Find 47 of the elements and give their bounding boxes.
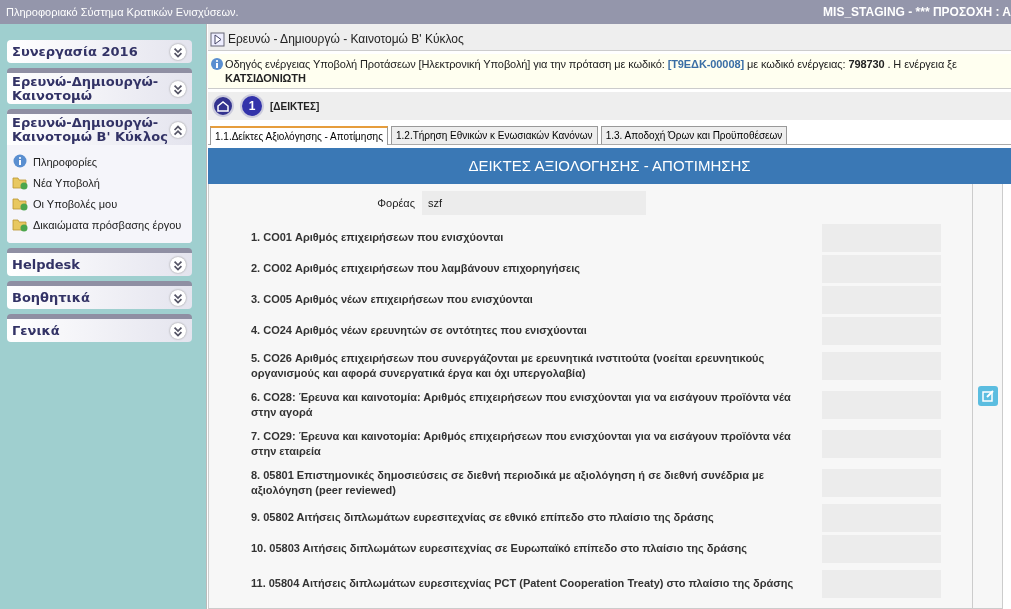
accordion-header[interactable]: Βοηθητικά bbox=[7, 281, 192, 309]
folder-icon bbox=[12, 217, 28, 232]
accordion-header[interactable]: Γενικά bbox=[7, 314, 192, 342]
sidebar-item[interactable]: Πληροφορίες bbox=[12, 151, 188, 172]
info-icon bbox=[12, 154, 28, 169]
indicator-label: 3. CO05 Αριθμός νέων επιχειρήσεων που ενισχύονται bbox=[251, 292, 534, 307]
indicator-label: 6. CO28: Έρευνα και καινοτομία: Αριθμός επιχειρήσεων που ενισχύονται για να εισάγουν προϊόντα νέα στην αγορά bbox=[251, 389, 792, 420]
expand-icon[interactable] bbox=[170, 44, 186, 60]
tab[interactable]: 1.2.Τήρηση Εθνικών κ Ενωσιακών Κανόνων bbox=[391, 126, 598, 144]
indicator-label: 9. 05802 Αιτήσεις διπλωμάτων ευρεσιτεχνίας σε εθνικό επίπεδο στο πλαίσιο της δράσης bbox=[251, 510, 715, 525]
sidebar-item[interactable]: Νέα Υποβολή bbox=[12, 172, 188, 193]
edit-icon[interactable] bbox=[977, 386, 998, 406]
tab[interactable]: 1.3. Αποδοχή Όρων και Προϋποθέσεων bbox=[600, 126, 788, 144]
step-label: [ΔΕΙΚΤΕΣ] bbox=[270, 100, 320, 112]
indicator-label: 4. CO24 Αριθμός νέων ερευνητών σε οντότητες που ενισχύονται bbox=[251, 323, 588, 338]
expand-icon[interactable] bbox=[170, 257, 186, 273]
tab[interactable]: 1.1.Δείκτες Αξιολόγησης - Αποτίμησης bbox=[210, 126, 388, 145]
accordion-header[interactable]: Συνεργασία 2016 bbox=[7, 40, 192, 63]
app-title: Πληροφοριακό Σύστημα Κρατικών Ενισχύσεων. bbox=[6, 6, 239, 18]
expand-icon[interactable] bbox=[170, 81, 186, 97]
indicator-label: 2. CO02 Αριθμός επιχειρήσεων που λαμβάνουν επιχορηγήσεις bbox=[251, 261, 581, 276]
indicator-label: 11. 05804 Αιτήσεις διπλωμάτων ευρεσιτεχνίας PCT (Patent Cooperation Treaty) στο πλαίσιο της δράσης bbox=[251, 576, 795, 591]
play-icon bbox=[210, 31, 225, 47]
section-header: ΔΕΙΚΤΕΣ ΑΞΙΟΛΟΓΗΣΗΣ - ΑΠΟΤΙΜΗΣΗΣ bbox=[208, 148, 1011, 184]
collapse-icon[interactable] bbox=[170, 122, 186, 138]
field-label: Φορέας bbox=[376, 197, 416, 209]
breadcrumb: Ερευνώ - Δημιουργώ - Καινοτομώ Β' Κύκλος bbox=[228, 32, 464, 46]
environment-notice: MIS_STAGING - *** ΠΡΟΣΟΧΗ : Α bbox=[823, 5, 1011, 19]
step-number[interactable]: 1 bbox=[242, 96, 262, 116]
sidebar-item[interactable]: Οι Υποβολές μου bbox=[12, 193, 188, 214]
folder-icon bbox=[12, 175, 28, 190]
accordion-header[interactable]: Ερευνώ-Δημιουργώ-Καινοτομώ bbox=[7, 68, 192, 104]
expand-icon[interactable] bbox=[170, 323, 186, 339]
accordion-header[interactable]: Ερευνώ-Δημιουργώ-Καινοτομώ Β' Κύκλος bbox=[7, 109, 192, 145]
indicator-label: 1. CO01 Αριθμός επιχειρήσεων που ενισχύονται bbox=[251, 230, 505, 245]
indicator-label: 5. CO26 Αριθμός επιχειρήσεων που συνεργάζονται με ερευνητικά ινστιτούτα (νοείται ερευνητικούς οργανισμούς και αφορά συνεργατικά έργα και όχι υπεργολαβία) bbox=[251, 350, 766, 381]
indicator-label: 10. 05803 Αιτήσεις διπλωμάτων ευρεσιτεχνίας σε Ευρωπαϊκό επίπεδο στο πλαίσιο της δράσης bbox=[251, 541, 749, 556]
expand-icon[interactable] bbox=[170, 290, 186, 306]
indicator-label: 7. CO29: Έρευνα και καινοτομία: Αριθμός επιχειρήσεων που ενισχύονται για να εισάγουν προϊόντα νέα στην εταιρεία bbox=[251, 428, 792, 459]
info-message: Οδηγός ενέργειας Υποβολή Προτάσεων [Ηλεκτρονική Υποβολή] για την πρόταση με κωδικό: [Τ9ΕΔΚ-00008] με κωδικό ενέργειας: 798730 . Η ενέργεια ξε ΚΑΤΣΙΔΟΝΙΩΤΗ bbox=[225, 57, 957, 85]
folder-icon bbox=[12, 196, 28, 211]
indicator-label: 8. 05801 Επιστημονικές δημοσιεύσεις σε διεθνή περιοδικά με αξιολόγηση ή σε διεθνή συνέδρια με αξιολόγηση (peer reviewed) bbox=[251, 467, 766, 498]
organization-field[interactable]: szf bbox=[422, 191, 646, 215]
info-icon bbox=[210, 57, 224, 73]
accordion-header[interactable]: Helpdesk bbox=[7, 248, 192, 276]
sidebar-item[interactable]: Δικαιώματα πρόσβασης έργου bbox=[12, 214, 188, 235]
home-icon[interactable] bbox=[212, 95, 234, 117]
